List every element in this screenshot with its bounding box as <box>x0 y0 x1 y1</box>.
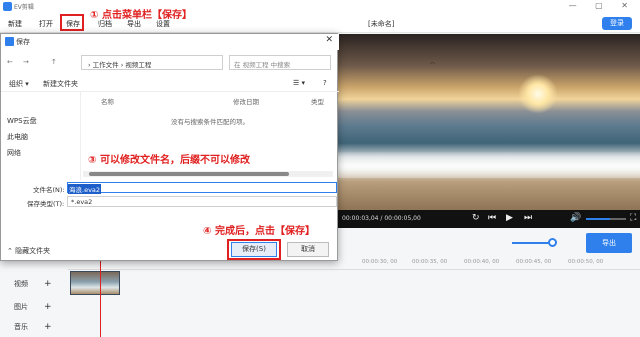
volume-fill <box>586 218 610 220</box>
dialog-icon <box>5 37 14 46</box>
up-icon[interactable]: ↑ <box>51 58 57 66</box>
annotation-step1: ① 点击菜单栏【保存】 <box>90 10 192 21</box>
video-track-label: 视频 <box>14 280 28 288</box>
export-label: 导出 <box>602 239 616 247</box>
filetype-label: 保存类型(T): <box>27 200 65 208</box>
filename-input[interactable]: 海浪.eva2 <box>67 182 337 194</box>
video-clip[interactable] <box>70 271 120 295</box>
new-folder-button[interactable]: 新建文件夹 <box>43 79 78 89</box>
back-icon[interactable]: ← <box>7 58 13 66</box>
wave-foam <box>338 152 640 178</box>
image-track-label: 图片 <box>14 303 28 311</box>
scroll-thumb[interactable] <box>89 172 289 176</box>
highlight-box-menu-save <box>60 14 84 31</box>
prev-frame-icon[interactable]: ⏮ <box>488 213 496 223</box>
app-logo-icon <box>3 2 12 11</box>
fullscreen-icon[interactable]: ⛶ <box>630 213 636 223</box>
dialog-title-bar: 保存 ✕ <box>1 34 339 50</box>
window-controls[interactable]: — ▢ ✕ <box>569 1 636 10</box>
empty-message: 没有与搜索条件匹配的项。 <box>171 118 249 126</box>
column-modified[interactable]: 修改日期 <box>233 96 259 106</box>
dialog-title: 保存 <box>16 38 30 46</box>
annotation-step3: ③ 可以修改文件名，后缀不可以修改 <box>88 155 250 166</box>
cancel-button[interactable]: 取消 <box>287 242 329 257</box>
column-type[interactable]: 类型 <box>311 96 324 106</box>
ruler-tick: 00:00:30, 00 <box>362 259 398 265</box>
export-button[interactable]: 导出 <box>586 233 632 253</box>
help-icon[interactable]: ? <box>323 79 327 87</box>
search-input[interactable]: 在 视频工程 中搜索 <box>229 55 331 70</box>
track-video: 视频 + <box>14 279 52 289</box>
ruler-tick: 00:00:50, 00 <box>568 259 604 265</box>
forward-icon[interactable]: → <box>23 58 29 66</box>
add-video-icon[interactable]: + <box>44 279 52 289</box>
annotation-step4: ④ 完成后，点击【保存】 <box>203 226 315 237</box>
sidebar-item-wps[interactable]: WPS云盘 <box>7 116 37 126</box>
playhead[interactable] <box>100 256 101 337</box>
file-list: 名称 修改日期 类型 没有与搜索条件匹配的项。 <box>83 92 337 180</box>
bird-icon: ⌒ <box>430 63 436 69</box>
player-controls: 00:00:03,04 / 00:00:05,00 ↻ ⏮ ▶ ⏭ 🔊 ⛶ <box>338 210 640 228</box>
search-placeholder: 在 视频工程 中搜索 <box>234 61 291 69</box>
timeline-zoom-handle[interactable] <box>548 238 557 247</box>
next-frame-icon[interactable]: ⏭ <box>524 213 532 223</box>
filename-label: 文件名(N): <box>33 186 65 194</box>
menu-new[interactable]: 新建 <box>8 19 22 29</box>
hide-folders-toggle[interactable]: ⌃ 隐藏文件夹 <box>7 246 50 256</box>
track-music: 音乐 + <box>14 322 52 332</box>
address-row: ← → ↑ › 工作文件 › 视频工程 在 视频工程 中搜索 <box>1 52 339 72</box>
login-button[interactable]: 登录 <box>602 17 632 30</box>
menu-open[interactable]: 打开 <box>39 19 53 29</box>
playback-time: 00:00:03,04 / 00:00:05,00 <box>342 215 421 222</box>
volume-icon[interactable]: 🔊 <box>570 213 581 223</box>
replay-icon[interactable]: ↻ <box>472 213 480 223</box>
sidebar-item-this-pc[interactable]: 此电脑 <box>7 132 28 142</box>
track-image: 图片 + <box>14 302 52 312</box>
play-icon[interactable]: ▶ <box>506 213 513 223</box>
ruler-tick: 00:00:45, 00 <box>516 259 552 265</box>
close-icon[interactable]: ✕ <box>325 35 333 45</box>
sun-glow <box>518 74 558 114</box>
view-button[interactable]: ☰ ▾ <box>293 79 305 87</box>
filetype-select[interactable]: *.eva2 <box>67 196 337 207</box>
address-bar[interactable]: › 工作文件 › 视频工程 <box>81 55 223 70</box>
highlight-box-save <box>227 239 281 260</box>
add-image-icon[interactable]: + <box>44 302 52 312</box>
ruler-tick: 00:00:40, 00 <box>464 259 500 265</box>
ruler-tick: 00:00:35, 00 <box>412 259 448 265</box>
breadcrumb[interactable]: › 工作文件 › 视频工程 <box>88 59 151 69</box>
add-music-icon[interactable]: + <box>44 322 52 332</box>
organize-button[interactable]: 组织 ▾ <box>9 79 29 89</box>
horizontal-scrollbar[interactable] <box>83 171 333 177</box>
sidebar-item-network[interactable]: 网络 <box>7 148 21 158</box>
volume-slider[interactable] <box>586 218 626 220</box>
app-name: EV剪辑 <box>14 4 34 11</box>
dialog-toolbar: 组织 ▾ 新建文件夹 ☰ ▾ ? <box>1 74 339 92</box>
filetype-value: *.eva2 <box>71 198 93 206</box>
project-name: [未命名] <box>368 20 395 28</box>
column-name[interactable]: 名称 <box>101 96 114 106</box>
video-preview: ⌒ <box>338 34 640 210</box>
music-track-label: 音乐 <box>14 323 28 331</box>
filename-value: 海浪.eva2 <box>68 184 102 194</box>
nav-pane: WPS云盘 此电脑 网络 <box>1 92 81 180</box>
